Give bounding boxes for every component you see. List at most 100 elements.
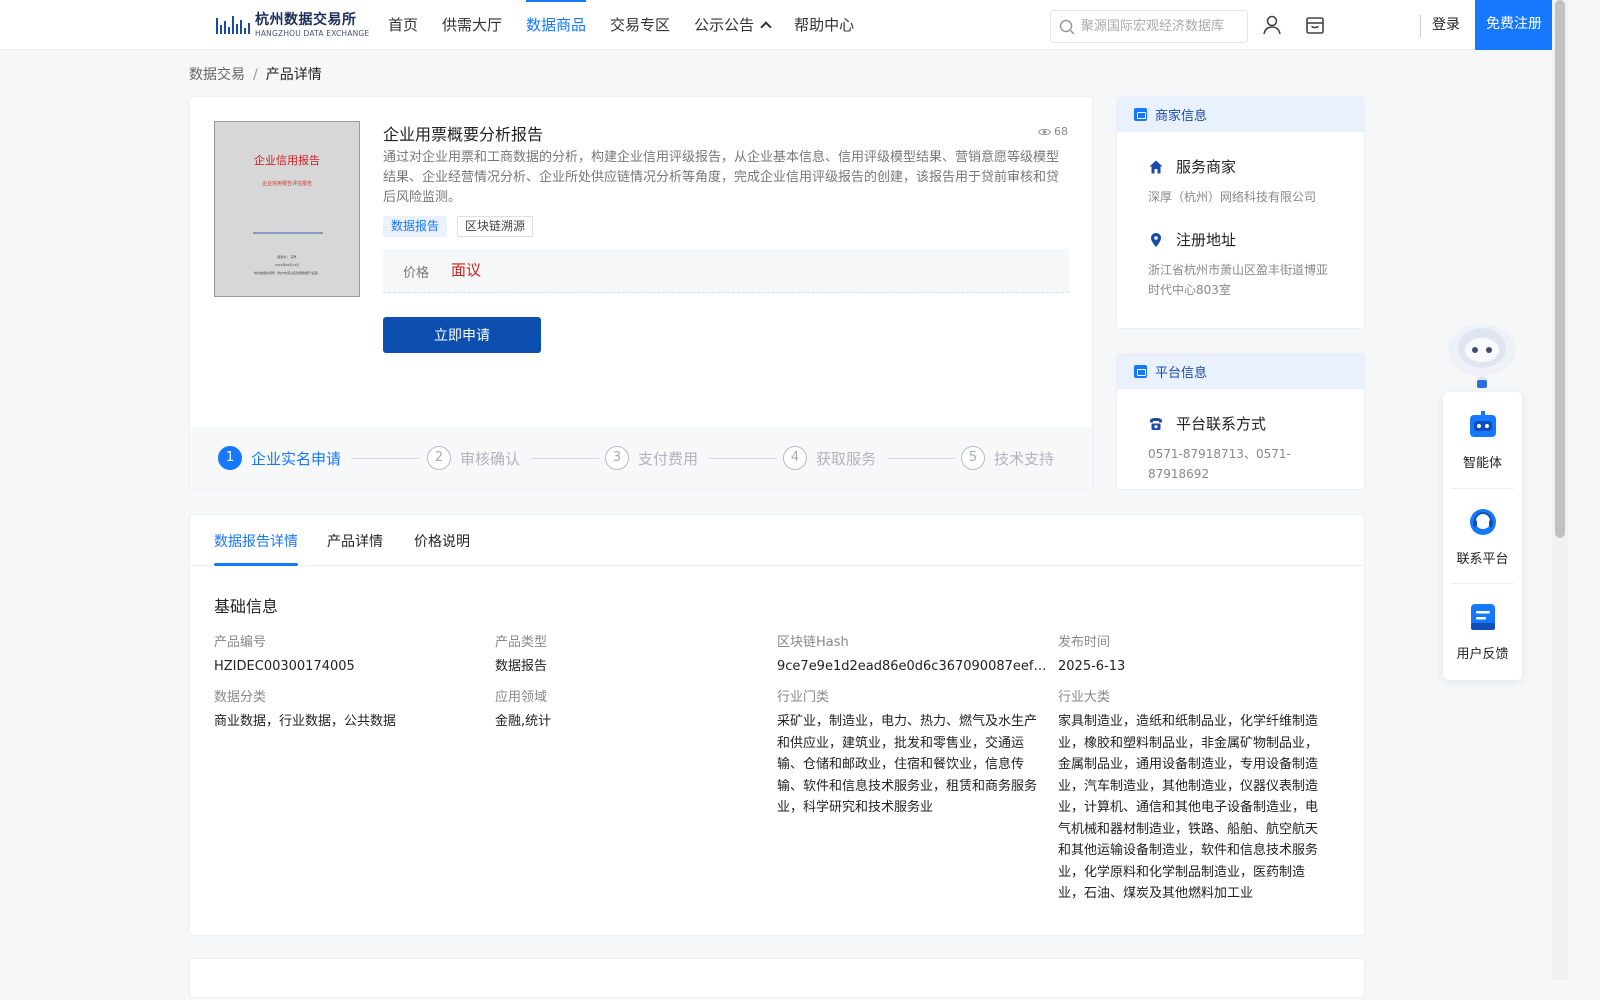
field-value: 2025-6-13 [1058, 659, 1126, 674]
field-application-domain: 应用领域 金融,统计 [495, 686, 757, 733]
process-steps: 1 企业实名申请 2 审核确认 3 支付费用 4 获取服务 5 技术支持 [191, 427, 1091, 489]
field-label: 行业门类 [777, 690, 830, 705]
page-scrollbar[interactable] [1552, 0, 1568, 980]
site-logo[interactable]: 杭州数据交易所 HANGZHOU DATA EXCHANGE [215, 10, 369, 40]
nav-supply-demand[interactable]: 供需大厅 [442, 0, 502, 50]
breadcrumb: 数据交易 / 产品详情 [189, 64, 322, 84]
field-label: 区块链Hash [777, 635, 849, 650]
step-5-number: 5 [961, 446, 985, 470]
step-2: 2 审核确认 [427, 446, 520, 470]
robot-assistant-icon[interactable] [1444, 318, 1520, 394]
tab-report-detail[interactable]: 数据报告详情 [214, 531, 298, 566]
step-connector [887, 458, 955, 459]
service-merchant-value[interactable]: 深厚（杭州）网络科技有限公司 [1148, 187, 1333, 207]
nav-help[interactable]: 帮助中心 [794, 0, 854, 50]
product-description: 通过对企业用票和工商数据的分析，构建企业信用评级报告，从企业基本信息、信用评级模… [383, 150, 1060, 205]
platform-info-card: 平台信息 平台联系方式 0571-87918713、0571-87918692 [1116, 353, 1365, 490]
logo-subtitle: HANGZHOU DATA EXCHANGE [255, 28, 370, 38]
float-agent-label: 智能体 [1462, 456, 1502, 471]
platform-info-header: 平台信息 [1117, 354, 1364, 389]
product-card: 企业信用报告 企业信用报告评估报告 服务商： 深厚 2024年06月13日 杭州… [189, 96, 1093, 490]
step-3-number: 3 [605, 446, 629, 470]
feedback-form-icon [1470, 604, 1495, 630]
step-connector [709, 458, 777, 459]
price-box: 价格 面议 [383, 249, 1069, 293]
agent-bot-icon [1469, 411, 1496, 437]
field-value: 家具制造业，造纸和纸制品业，化学纤维制造业，橡胶和塑料制品业，非金属矿物制品业，… [1058, 714, 1319, 901]
step-connector [351, 458, 419, 459]
step-2-number: 2 [427, 446, 451, 470]
phone-icon [1150, 417, 1162, 430]
nav-trading-zone[interactable]: 交易专区 [610, 0, 670, 50]
step-4: 4 获取服务 [783, 446, 876, 470]
nav-home[interactable]: 首页 [388, 0, 418, 50]
platform-info-title: 平台信息 [1155, 366, 1208, 381]
step-5: 5 技术支持 [961, 446, 1054, 470]
field-industry-section: 行业门类 采矿业，制造业，电力、热力、燃气及水生产和供应业，建筑业，批发和零售业… [777, 686, 1039, 819]
tag-blockchain-trace: 区块链溯源 [457, 216, 534, 237]
scrollbar-thumb[interactable] [1555, 0, 1565, 538]
field-value: 9ce7e9e1d2ead86e0d6c367090087eefa7... [777, 659, 1047, 674]
detail-card: 数据报告详情 产品详情 价格说明 基础信息 产品编号 HZIDEC0030017… [189, 514, 1365, 936]
cover-subtitle: 企业信用报告评估报告 [261, 181, 312, 187]
nav-announcements-label: 公示公告 [694, 16, 755, 34]
step-1: 1 企业实名申请 [218, 446, 341, 470]
login-link[interactable]: 登录 [1432, 14, 1460, 34]
merchant-info-card: 商家信息 服务商家 深厚（杭州）网络科技有限公司 注册地址 浙江省杭州市萧山区盈… [1116, 96, 1365, 329]
merchant-info-header: 商家信息 [1117, 97, 1364, 132]
field-blockchain-hash: 区块链Hash 9ce7e9e1d2ead86e0d6c367090087eef… [777, 631, 1047, 678]
platform-contact-title: 平台联系方式 [1176, 415, 1267, 433]
field-label: 产品编号 [214, 635, 267, 650]
headset-icon [1469, 509, 1496, 535]
home-icon [1149, 160, 1163, 173]
field-label: 发布时间 [1058, 635, 1111, 650]
product-tags: 数据报告 区块链溯源 [383, 216, 543, 237]
user-icon[interactable] [1261, 14, 1283, 36]
location-pin-icon [1151, 232, 1161, 247]
chevron-up-icon [760, 21, 772, 33]
register-button[interactable]: 免费注册 [1475, 0, 1553, 50]
float-feedback-label: 用户反馈 [1456, 647, 1509, 662]
float-agent[interactable]: 智能体 [1443, 392, 1522, 487]
logo-bars-icon [215, 14, 251, 36]
step-5-label: 技术支持 [994, 449, 1055, 468]
tag-data-report: 数据报告 [383, 216, 448, 237]
view-count: 68 [1038, 125, 1068, 138]
apply-now-button[interactable]: 立即申请 [383, 317, 541, 353]
float-contact[interactable]: 联系平台 [1443, 488, 1522, 583]
price-label: 价格 [403, 266, 430, 281]
field-data-category: 数据分类 商业数据，行业数据，公共数据 [214, 686, 476, 733]
cover-footer-2: 2024年06月13日 [274, 263, 300, 267]
registered-address-section: 注册地址 浙江省杭州市萧山区盈丰街道博亚时代中心803室 [1117, 229, 1364, 300]
shop-icon[interactable] [1304, 14, 1326, 36]
field-value: 采矿业，制造业，电力、热力、燃气及水生产和供应业，建筑业，批发和零售业，交通运输… [777, 714, 1038, 815]
nav-data-products[interactable]: 数据商品 [526, 0, 587, 50]
nav-announcements[interactable]: 公示公告 [694, 0, 772, 50]
next-section-card [189, 958, 1365, 998]
breadcrumb-parent[interactable]: 数据交易 [189, 67, 245, 83]
basic-info-title: 基础信息 [214, 597, 279, 616]
field-product-id: 产品编号 HZIDEC00300174005 [214, 631, 476, 678]
product-cover-image: 企业信用报告 企业信用报告评估报告 服务商： 深厚 2024年06月13日 杭州… [214, 121, 360, 297]
main-nav: 首页 供需大厅 数据商品 交易专区 公示公告 帮助中心 [388, 0, 878, 50]
registered-address-value: 浙江省杭州市萧山区盈丰街道博亚时代中心803室 [1148, 263, 1329, 297]
field-label: 应用领域 [495, 690, 548, 705]
search-input[interactable] [1081, 19, 1241, 34]
floating-service-panel: 智能体 联系平台 用户反馈 [1443, 392, 1522, 680]
tab-price-info[interactable]: 价格说明 [414, 531, 470, 566]
field-value: 数据报告 [495, 659, 548, 674]
field-industry-division: 行业大类 家具制造业，造纸和纸制品业，化学纤维制造业，橡胶和塑料制品业，非金属矿… [1058, 686, 1320, 905]
step-1-number: 1 [218, 446, 242, 470]
step-4-number: 4 [783, 446, 807, 470]
tab-product-detail[interactable]: 产品详情 [327, 531, 383, 566]
search-box [1050, 10, 1248, 43]
float-feedback[interactable]: 用户反馈 [1443, 583, 1522, 678]
registered-address-title: 注册地址 [1176, 231, 1237, 249]
field-publish-date: 发布时间 2025-6-13 [1058, 631, 1320, 678]
search-icon [1059, 19, 1075, 35]
merchant-icon [1134, 108, 1147, 121]
step-4-label: 获取服务 [816, 449, 877, 468]
cover-title: 企业信用报告 [254, 154, 320, 167]
field-value: HZIDEC00300174005 [214, 659, 355, 674]
service-merchant-section: 服务商家 深厚（杭州）网络科技有限公司 [1117, 156, 1364, 207]
